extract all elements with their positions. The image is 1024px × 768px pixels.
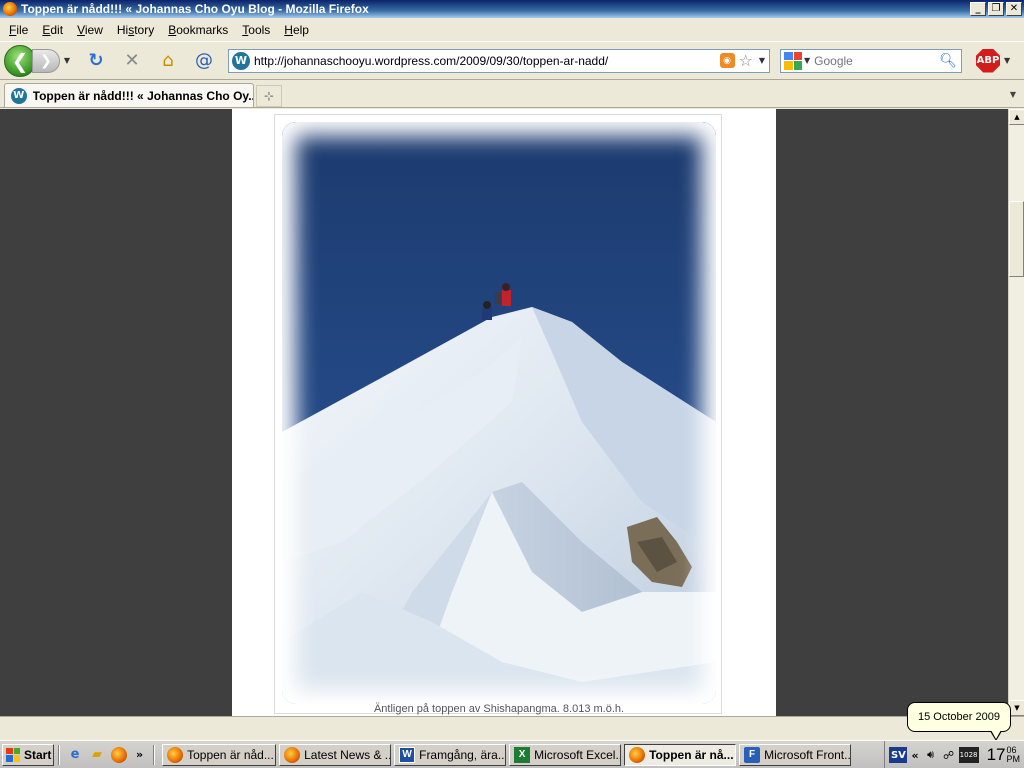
quicklaunch-separator (153, 744, 156, 765)
word-icon: W (399, 746, 416, 763)
task-button[interactable]: X Microsoft Excel... (509, 743, 622, 766)
url-text[interactable]: http://johannaschooyu.wordpress.com/2009… (254, 54, 720, 68)
firefox-quicklaunch-icon[interactable] (110, 746, 128, 764)
menu-bookmarks[interactable]: Bookmarks (161, 23, 235, 37)
menu-help[interactable]: Help (277, 23, 316, 37)
navigation-toolbar: ❮ ❯ ▼ ↻ ✕ ⌂ @ W http://johannaschooyu.wo… (0, 42, 1024, 80)
task-button[interactable]: Latest News & ... (279, 743, 392, 766)
frontpage-icon: F (744, 746, 761, 763)
scroll-down-icon[interactable]: ▼ (1009, 700, 1024, 716)
window-title: Toppen är nådd!!! « Johannas Cho Oyu Blo… (21, 2, 369, 16)
firefox-icon[interactable] (3, 2, 17, 16)
quicklaunch-more-icon[interactable]: » (136, 748, 143, 761)
tab-label: Toppen är nådd!!! « Johannas Cho Oy... (32, 88, 253, 103)
google-icon[interactable] (784, 51, 802, 70)
menu-tools[interactable]: Tools (235, 23, 277, 37)
restore-button[interactable]: ❐ (988, 2, 1004, 16)
menu-edit[interactable]: Edit (35, 23, 70, 37)
menu-history[interactable]: History (110, 23, 161, 37)
page-viewport: Äntligen på toppen av Shishapangma. 8.01… (0, 109, 1008, 716)
vertical-scrollbar[interactable]: ▲ ▼ (1008, 109, 1024, 716)
menu-view[interactable]: View (70, 23, 110, 37)
adblock-dropdown-icon[interactable]: ▼ (1004, 56, 1010, 65)
reload-icon[interactable]: ↻ (84, 49, 108, 73)
tab-bar: W Toppen är nådd!!! « Johannas Cho Oy...… (0, 81, 1024, 108)
internet-explorer-icon[interactable]: e (66, 746, 84, 764)
scroll-up-icon[interactable]: ▲ (1009, 109, 1024, 125)
minimize-button[interactable]: _ (970, 2, 986, 16)
search-bar[interactable]: ▼ 🔍︎ (780, 48, 962, 73)
tab-list-icon[interactable]: ▼ (1006, 85, 1020, 105)
clock-hour: 17 (986, 745, 1006, 764)
volume-icon[interactable]: 🔊︎ (923, 747, 939, 763)
new-tab-button[interactable]: ⊹ (256, 85, 282, 107)
wordpress-icon: W (11, 87, 27, 104)
taskbar: Start e ▰ » Toppen är nåd... Latest News… (0, 740, 1024, 768)
home-icon[interactable]: ⌂ (156, 49, 180, 73)
tray-expand-icon[interactable]: « (911, 749, 918, 762)
blog-page: Äntligen på toppen av Shishapangma. 8.01… (232, 109, 776, 716)
photo-caption: Äntligen på toppen av Shishapangma. 8.01… (373, 703, 625, 715)
window-controls: _ ❐ ✕ (970, 2, 1022, 16)
clock[interactable]: 17 06 PM (987, 746, 1020, 764)
excel-icon: X (514, 746, 531, 763)
system-tray: SV « 🔊︎ ☍ 1028 17 06 PM (884, 741, 1024, 768)
menu-bar: File Edit View History Bookmarks Tools H… (0, 18, 1024, 42)
firefox-icon (629, 746, 646, 763)
close-button[interactable]: ✕ (1006, 2, 1022, 16)
history-dropdown-icon[interactable]: ▼ (62, 56, 72, 65)
start-button[interactable]: Start (2, 743, 54, 766)
url-dropdown-icon[interactable]: ▼ (759, 56, 765, 65)
task-button[interactable]: W Framgång, ära... (394, 743, 507, 766)
summit-photo[interactable] (282, 122, 716, 704)
search-magnifier-icon[interactable]: 🔍︎ (939, 53, 957, 69)
stop-icon[interactable]: ✕ (120, 49, 144, 73)
windows-logo-icon (6, 747, 20, 762)
firefox-icon (284, 746, 301, 763)
wordpress-icon: W (232, 51, 250, 70)
rss-icon[interactable]: ◉ (719, 53, 735, 68)
search-input[interactable] (814, 53, 940, 68)
photo-frame: Äntligen på toppen av Shishapangma. 8.01… (274, 114, 722, 715)
task-button-active[interactable]: Toppen är nå... (624, 743, 737, 766)
network-icon[interactable]: ☍ (941, 747, 957, 763)
date-tooltip: 15 October 2009 (907, 702, 1011, 741)
address-bar[interactable]: W http://johannaschooyu.wordpress.com/20… (228, 48, 770, 73)
menu-file[interactable]: File (2, 23, 35, 37)
task-button[interactable]: Toppen är nåd... (162, 743, 277, 766)
search-engine-dropdown-icon[interactable]: ▼ (804, 56, 810, 65)
scrollbar-thumb[interactable] (1009, 201, 1024, 277)
title-bar: Toppen är nådd!!! « Johannas Cho Oyu Blo… (0, 0, 1024, 18)
firefox-icon (167, 746, 184, 763)
task-button[interactable]: F Microsoft Front... (739, 743, 852, 766)
start-label: Start (24, 747, 52, 762)
photo-vignette (282, 122, 716, 704)
bookmark-star-icon[interactable]: ☆ (739, 51, 753, 70)
folder-icon[interactable]: ▰ (88, 746, 106, 764)
language-indicator[interactable]: SV (889, 747, 908, 763)
quicklaunch-separator (58, 744, 60, 765)
clock-ampm: PM (1006, 754, 1021, 764)
forward-button[interactable]: ❯ (32, 48, 60, 73)
status-bar (0, 716, 1024, 740)
tray-counter[interactable]: 1028 (958, 747, 979, 763)
tab-active[interactable]: W Toppen är nådd!!! « Johannas Cho Oy... (4, 83, 254, 107)
adblock-plus-icon[interactable]: ABP (976, 48, 1000, 73)
addon-swirl-icon[interactable]: @ (192, 49, 216, 73)
